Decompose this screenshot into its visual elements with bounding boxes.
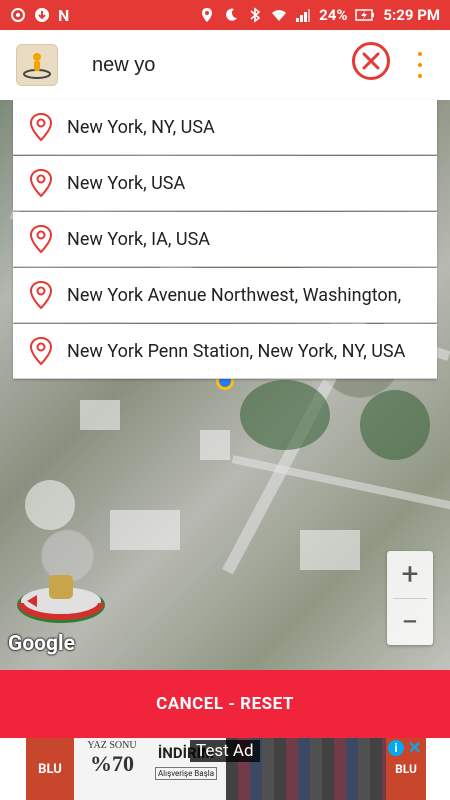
suggestion-item[interactable]: New York, NY, USA bbox=[13, 100, 437, 155]
map-stadium bbox=[25, 480, 75, 530]
battery-icon bbox=[355, 9, 375, 21]
wifi-icon bbox=[272, 10, 287, 21]
signal-icon bbox=[296, 9, 311, 22]
overflow-menu-button[interactable] bbox=[412, 52, 428, 78]
map-pin-icon bbox=[29, 113, 53, 141]
suggestion-label: New York, NY, USA bbox=[67, 116, 215, 138]
google-logo: Google bbox=[8, 632, 75, 656]
zoom-controls: + − bbox=[387, 551, 433, 645]
battery-percent: 24% bbox=[319, 6, 348, 24]
suggestion-label: New York, IA, USA bbox=[67, 228, 211, 250]
map-pin-icon bbox=[29, 225, 53, 253]
clock: 5:29 PM bbox=[383, 6, 440, 24]
ad-brand-logo: BLU bbox=[26, 738, 74, 800]
ad-sale-text: YAZ SONU %70 bbox=[76, 740, 148, 798]
menu-dot bbox=[418, 52, 422, 56]
ad-sale-percent: %70 bbox=[90, 751, 134, 776]
suggestion-label: New York, USA bbox=[67, 172, 186, 194]
location-icon bbox=[202, 8, 213, 22]
map-pin-icon bbox=[29, 281, 53, 309]
map-park bbox=[360, 390, 430, 460]
ad-banner[interactable]: BLU YAZ SONU %70 İNDİRİM Alışverişe Başl… bbox=[0, 738, 450, 800]
app-bar bbox=[0, 30, 450, 100]
map-building bbox=[110, 510, 180, 550]
map-pin-icon bbox=[29, 337, 53, 365]
cancel-reset-button[interactable]: CANCEL - RESET bbox=[0, 670, 450, 738]
suggestion-item[interactable]: New York Penn Station, New York, NY, USA bbox=[13, 324, 437, 379]
bluetooth-icon bbox=[250, 7, 261, 23]
clear-search-button[interactable] bbox=[352, 42, 390, 80]
status-bar: N 24% 5:29 PM bbox=[0, 0, 450, 30]
download-icon bbox=[35, 8, 49, 22]
close-icon bbox=[362, 52, 380, 70]
suggestion-item[interactable]: New York, USA bbox=[13, 156, 437, 211]
adchoices-icon[interactable]: i bbox=[388, 740, 404, 756]
map-building bbox=[200, 430, 230, 460]
app-logo-icon[interactable] bbox=[16, 44, 58, 86]
suggestion-item[interactable]: New York, IA, USA bbox=[13, 212, 437, 267]
test-ad-badge: Test Ad bbox=[190, 740, 260, 762]
map-pin-icon bbox=[29, 169, 53, 197]
person-on-globe-icon bbox=[23, 53, 51, 79]
menu-dot bbox=[418, 74, 422, 78]
map-building bbox=[80, 400, 120, 430]
map-park bbox=[240, 380, 330, 450]
suggestion-label: New York Avenue Northwest, Washington, bbox=[67, 284, 402, 306]
suggestion-label: New York Penn Station, New York, NY, USA bbox=[67, 340, 406, 362]
suggestion-item[interactable]: New York Avenue Northwest, Washington, bbox=[13, 268, 437, 323]
rotate-view-icon[interactable] bbox=[15, 563, 107, 627]
zoom-out-button[interactable]: − bbox=[387, 599, 433, 646]
ad-sale-line: YAZ SONU bbox=[87, 740, 137, 751]
sync-icon bbox=[11, 8, 25, 22]
map-building bbox=[300, 530, 360, 570]
notification-icon: N bbox=[58, 5, 70, 25]
moon-icon bbox=[226, 8, 238, 21]
zoom-in-button[interactable]: + bbox=[387, 551, 433, 598]
ad-close-icon[interactable]: ✕ bbox=[408, 738, 424, 757]
menu-dot bbox=[418, 63, 422, 67]
search-input[interactable] bbox=[90, 52, 344, 78]
suggestion-list: New York, NY, USA New York, USA New York… bbox=[13, 100, 437, 380]
ad-cta[interactable]: Alışverişe Başla bbox=[154, 767, 218, 780]
